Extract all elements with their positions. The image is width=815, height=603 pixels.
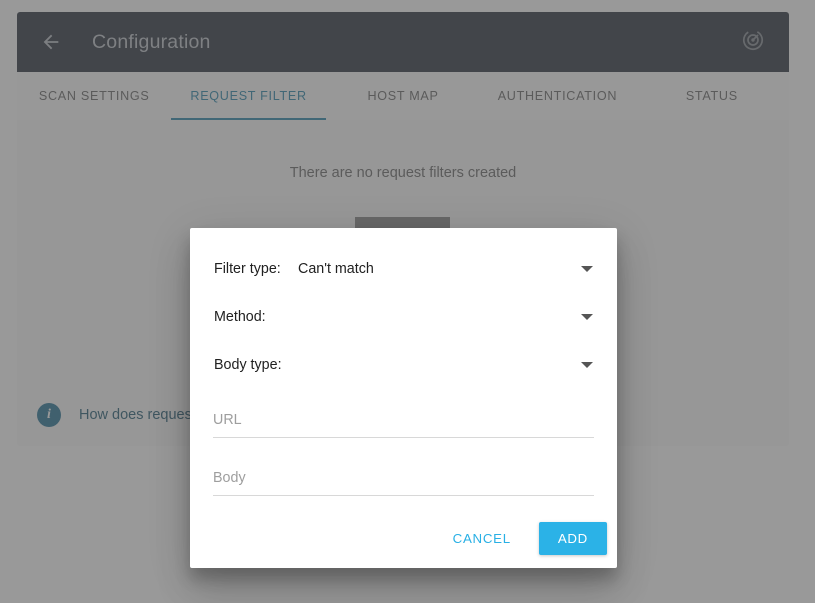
body-type-label: Body type:: [214, 357, 282, 373]
body-input[interactable]: [213, 464, 594, 496]
chevron-down-icon: [581, 266, 593, 272]
filter-type-select[interactable]: Filter type: Can't match: [214, 253, 594, 285]
method-label: Method:: [214, 309, 266, 325]
cancel-button[interactable]: CANCEL: [441, 521, 523, 556]
chevron-down-icon: [581, 314, 593, 320]
url-input[interactable]: [213, 406, 594, 438]
body-type-select[interactable]: Body type:: [214, 349, 594, 381]
filter-type-value: Can't match: [298, 261, 374, 277]
method-select[interactable]: Method:: [214, 301, 594, 333]
dialog-actions: CANCEL ADD: [441, 521, 607, 556]
add-request-filter-dialog: Filter type: Can't match Method: Body ty…: [190, 228, 617, 568]
chevron-down-icon: [581, 362, 593, 368]
add-button[interactable]: ADD: [538, 522, 607, 555]
filter-type-label: Filter type:: [214, 261, 281, 277]
